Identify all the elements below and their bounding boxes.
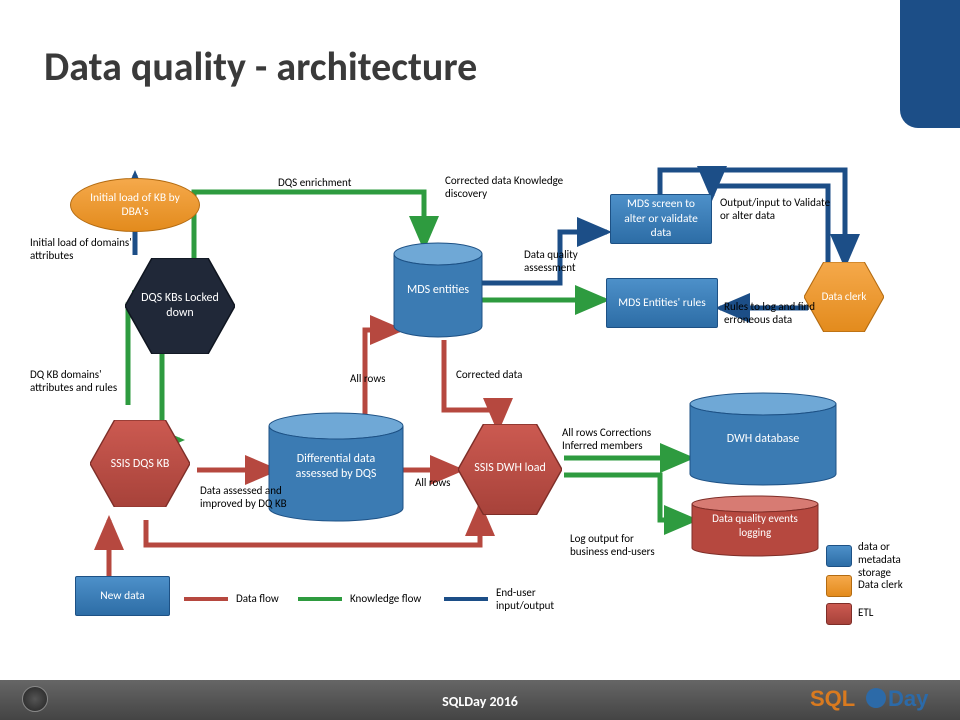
label: New data (100, 589, 145, 603)
legend-box-red (826, 603, 852, 625)
legend-line-green (298, 597, 342, 601)
ann-all-rows-2: All rows (415, 476, 455, 489)
legend-box-orange (826, 575, 852, 597)
ann-dq-assessment: Data quality assessment (524, 248, 604, 274)
legend-data-flow: Data flow (236, 592, 279, 605)
ann-dqs-enrichment: DQS enrichment (278, 176, 351, 189)
legend-data-storage: data or metadata storage (858, 540, 930, 580)
node-dq-events: Data quality events logging (690, 495, 820, 557)
node-dqs-kbs: DQS KBs Locked down (125, 258, 235, 354)
ann-initial-load-domains: Initial load of domains' attributes (30, 236, 132, 262)
ann-all-rows-corrections: All rows Corrections Inferred members (562, 426, 670, 452)
ann-corrected-discovery: Corrected data Knowledge discovery (445, 174, 565, 200)
node-mds-rules: MDS Entities' rules (606, 278, 718, 328)
ann-dq-kb-domains: DQ KB domains' attributes and rules (30, 368, 130, 394)
ann-output-input: Output/input to Validate or alter data (720, 196, 840, 222)
legend-data-clerk: Data clerk (858, 578, 903, 591)
node-initial-load: Initial load of KB by DBA's (70, 178, 200, 232)
label: Initial load of KB by DBA's (77, 191, 193, 220)
node-ssis-dqs-kb: SSIS DQS KB (90, 420, 190, 508)
legend-end-user: End-user input/output (496, 586, 576, 612)
label: Data clerk (812, 290, 877, 304)
legend-etl: ETL (858, 606, 873, 619)
ann-log-output: Log output for business end-users (570, 532, 670, 558)
legend-box-blue (826, 545, 852, 567)
node-dwh-database: DWH database (688, 392, 838, 486)
label: Data quality events logging (696, 512, 814, 540)
node-new-data: New data (75, 576, 170, 616)
label: SSIS DQS KB (101, 457, 180, 472)
label: MDS screen to alter or validate data (617, 197, 705, 240)
ann-rules-to-log: Rules to log and find erroneous data (724, 300, 844, 326)
ann-corrected-data: Corrected data (456, 368, 522, 381)
legend-line-red (184, 597, 228, 601)
node-mds-entities: MDS entities (392, 242, 484, 338)
node-ssis-dwh-load: SSIS DWH load (458, 424, 562, 512)
legend-knowledge-flow: Knowledge flow (350, 592, 421, 605)
ann-all-rows-1: All rows (350, 372, 385, 385)
label: DQS KBs Locked down (131, 291, 229, 321)
label: MDS Entities' rules (618, 296, 705, 310)
legend-line-navy (444, 597, 488, 601)
node-mds-screen: MDS screen to alter or validate data (610, 194, 712, 244)
label: Differential data assessed by DQS (273, 452, 399, 482)
label: DWH database (719, 432, 807, 447)
ann-data-assessed: Data assessed and improved by DQ KB (200, 484, 290, 510)
label: MDS entities (399, 283, 477, 298)
label: SSIS DWH load (464, 461, 556, 476)
